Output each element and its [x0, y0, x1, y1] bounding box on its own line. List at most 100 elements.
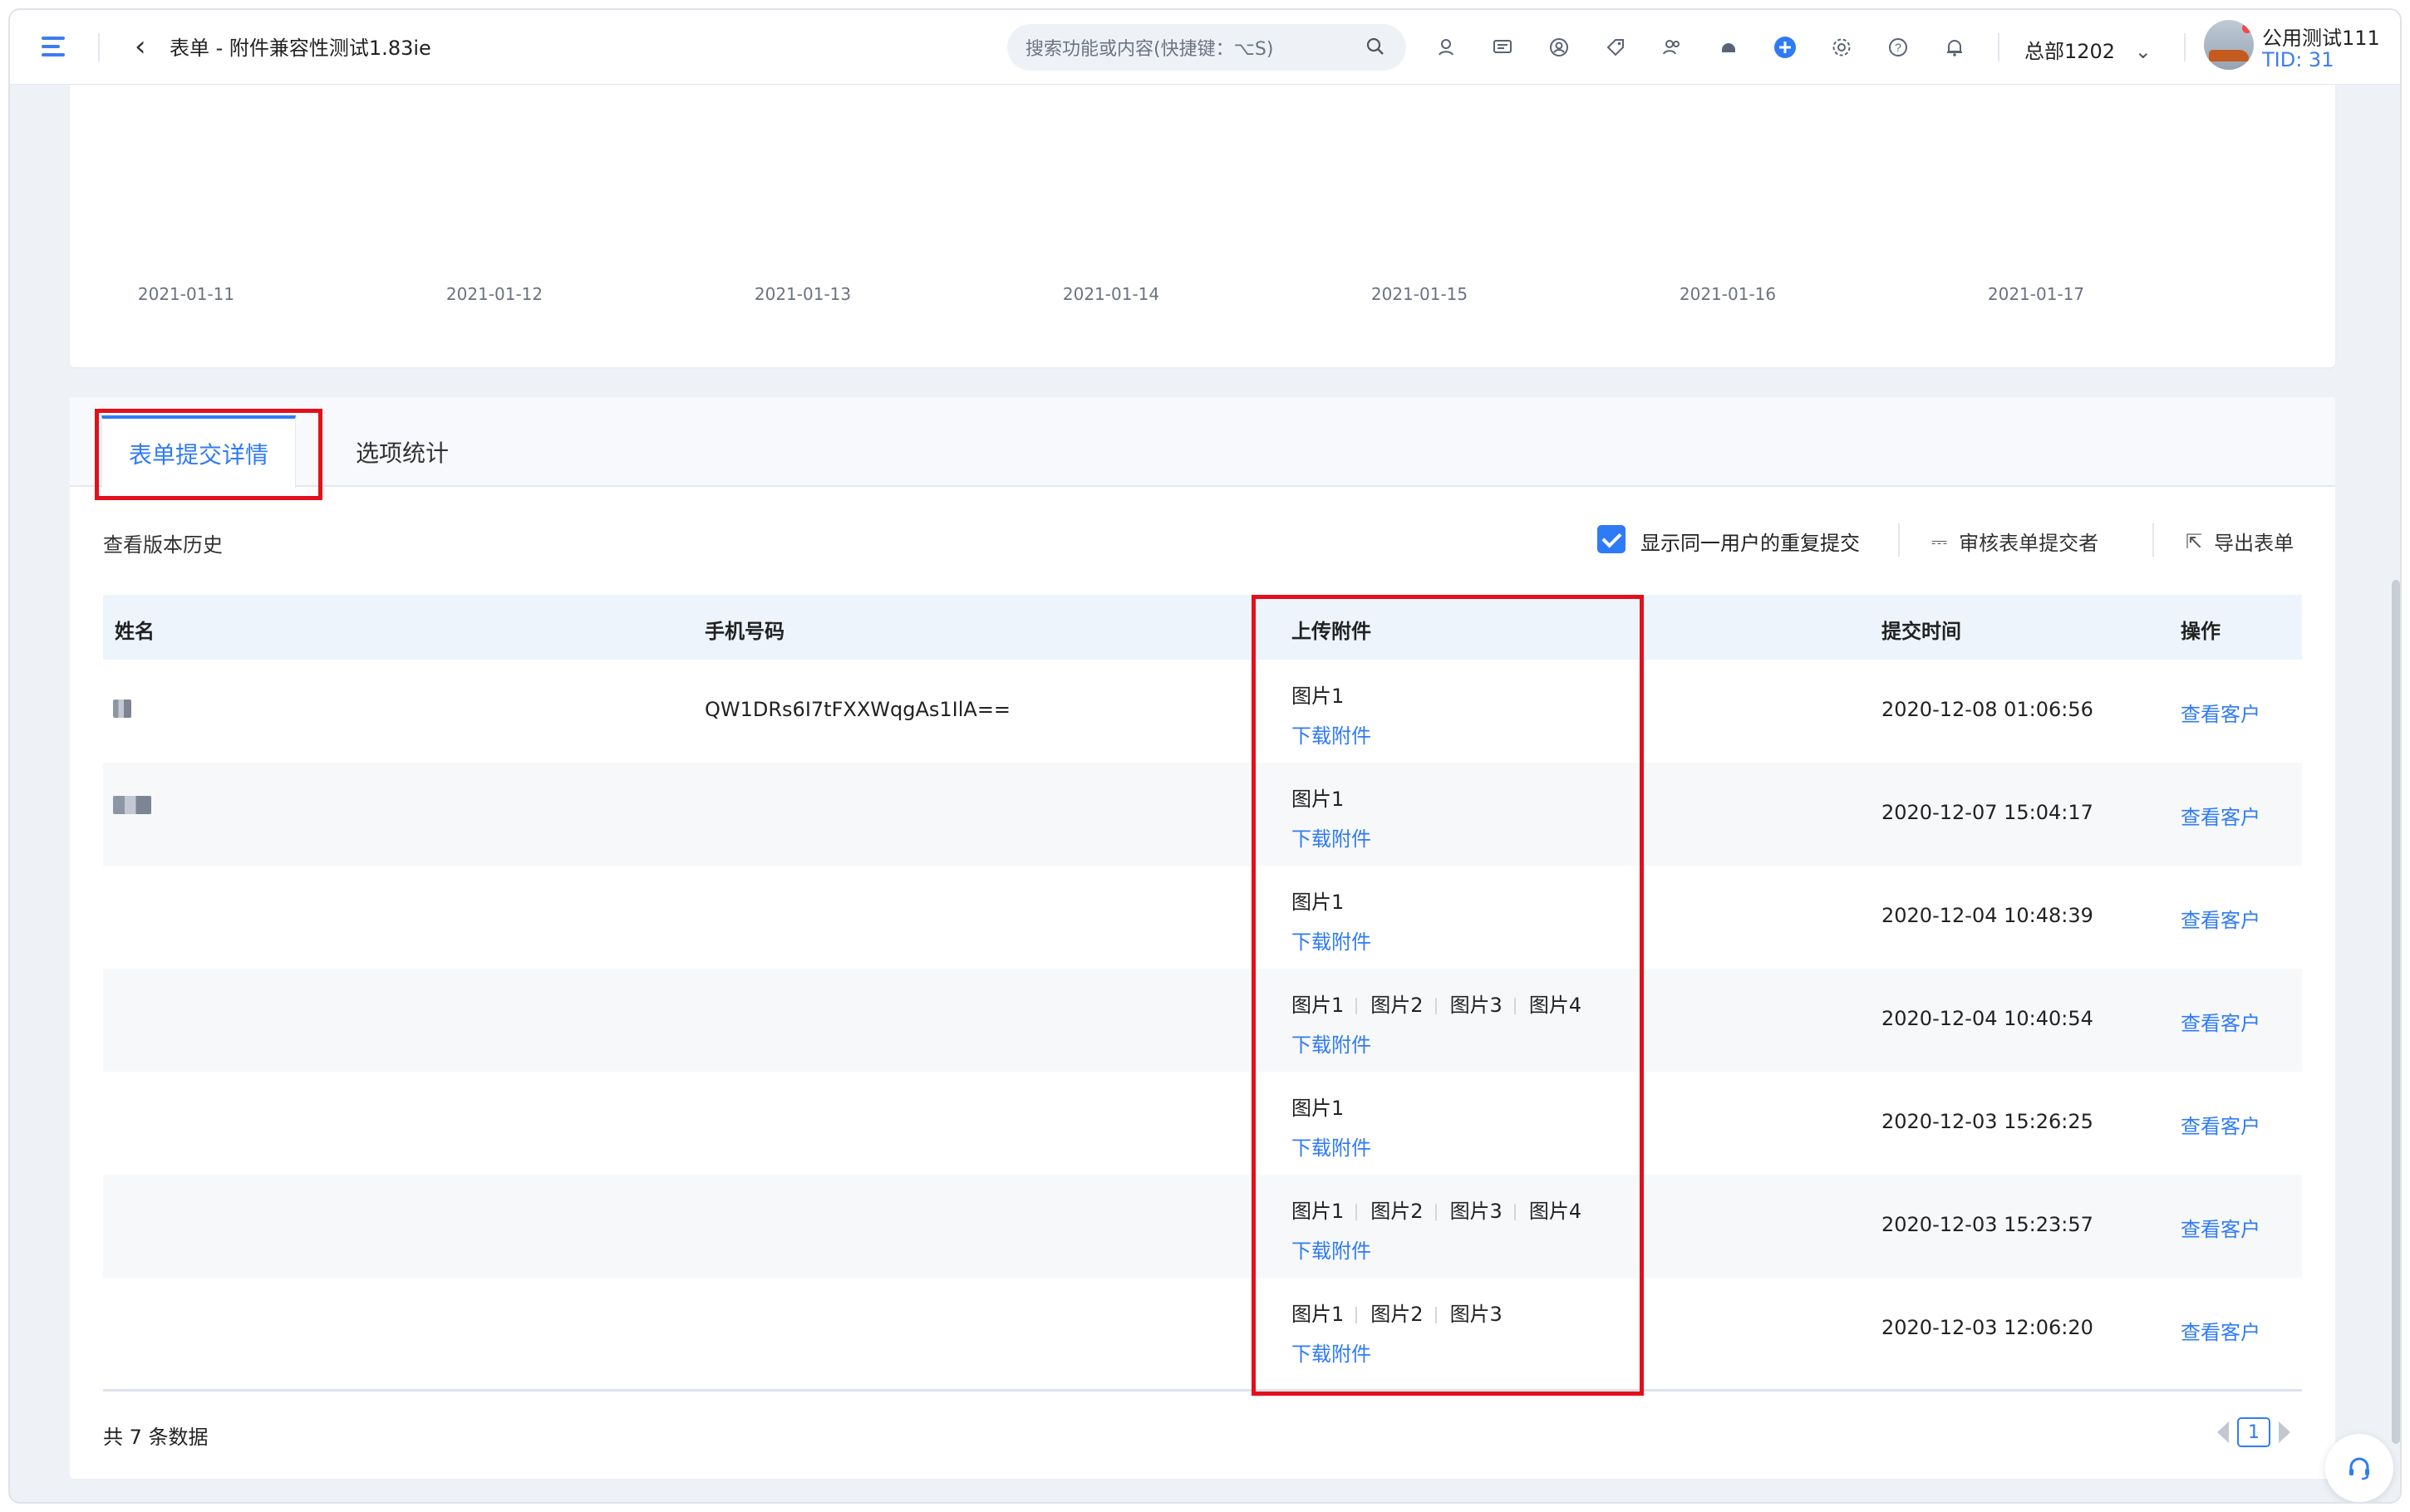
- attachment-name[interactable]: 图片1: [1291, 1298, 1344, 1327]
- view-customer-link[interactable]: 查看客户: [2181, 1110, 2260, 1139]
- download-attachment-link[interactable]: 下载附件: [1291, 925, 1371, 955]
- message-icon[interactable]: [1488, 32, 1517, 62]
- tab-option-stats[interactable]: 选项统计: [319, 415, 485, 488]
- review-submitters-button[interactable]: ⎓ 审核表单提交者: [1931, 527, 2098, 556]
- attachment-separator: [1355, 998, 1358, 1014]
- show-repeat-label: 显示同一用户的重复提交: [1640, 532, 1860, 555]
- download-attachment-link[interactable]: 下载附件: [1291, 1132, 1371, 1161]
- submit-time: 2020-12-03 15:26:25: [1881, 1110, 2093, 1133]
- attachment-name[interactable]: 图片3: [1450, 1195, 1503, 1224]
- scrollbar[interactable]: [2392, 580, 2400, 1444]
- page-number[interactable]: 1: [2237, 1417, 2270, 1447]
- version-history-link[interactable]: 查看版本历史: [103, 528, 223, 557]
- view-customer-link[interactable]: 查看客户: [2181, 1007, 2260, 1036]
- search-icon[interactable]: [1365, 36, 1386, 57]
- submission-table: 姓名 手机号码 上传附件 提交时间 操作 QW1DRs6I7tFXXWqgAs1…: [103, 595, 2302, 1381]
- users-icon[interactable]: [1657, 32, 1687, 62]
- table-row: 图片1 下载附件 2020-12-07 15:04:17 查看客户: [103, 763, 2302, 866]
- stamp-icon: ⎓: [1931, 529, 1948, 553]
- support-button[interactable]: [2325, 1434, 2393, 1502]
- attachment-name[interactable]: 图片1: [1291, 989, 1344, 1018]
- attachment-list: 图片1 图片2 图片3: [1291, 1298, 1514, 1327]
- show-repeat-checkbox[interactable]: [1597, 525, 1626, 553]
- attachment-separator: [1355, 1204, 1358, 1220]
- chart-x-tick: 2021-01-13: [754, 284, 852, 304]
- prev-page-icon[interactable]: [2217, 1421, 2229, 1443]
- attachment-name[interactable]: 图片2: [1370, 1298, 1423, 1327]
- table-row: 图片1 下载附件 2020-12-04 10:48:39 查看客户: [103, 866, 2302, 969]
- attachment-name[interactable]: 图片4: [1529, 1195, 1581, 1224]
- submit-time: 2020-12-08 01:06:56: [1881, 698, 2093, 721]
- add-icon[interactable]: [1770, 32, 1800, 62]
- attachment-name[interactable]: 图片1: [1291, 886, 1344, 915]
- attachment-list: 图片1 图片2 图片3 图片4: [1291, 989, 1593, 1018]
- help-icon[interactable]: ?: [1883, 32, 1913, 62]
- download-attachment-link[interactable]: 下载附件: [1291, 1028, 1371, 1058]
- column-header-submit-time: 提交时间: [1881, 620, 1961, 643]
- top-bar: ‹ 表单 - 附件兼容性测试1.83ie 搜索功能或内容(快捷键：⌥S) ? 总…: [10, 10, 2400, 85]
- phone-cell: QW1DRs6I7tFXXWqgAs1IlA==: [705, 698, 1011, 721]
- attachment-name[interactable]: 图片4: [1529, 989, 1581, 1018]
- download-attachment-link[interactable]: 下载附件: [1291, 822, 1371, 852]
- chart-panel: 2021-01-11 2021-01-12 2021-01-13 2021-01-14…: [70, 85, 2335, 367]
- settings-icon[interactable]: [1827, 32, 1857, 62]
- table-row: 图片1 图片2 图片3 图片4 下载附件 2020-12-04 10:40:54 查看客户: [103, 969, 2302, 1072]
- attachment-separator: [1434, 998, 1437, 1014]
- total-count: 共 7 条数据: [103, 1426, 209, 1449]
- attachment-name[interactable]: 图片3: [1450, 1298, 1503, 1327]
- view-customer-link[interactable]: 查看客户: [2181, 1316, 2260, 1345]
- app-window: ‹ 表单 - 附件兼容性测试1.83ie 搜索功能或内容(快捷键：⌥S) ? 总…: [8, 8, 2402, 1504]
- menu-icon[interactable]: [42, 35, 71, 60]
- page-title: 表单 - 附件兼容性测试1.83ie: [170, 37, 431, 60]
- bell-icon[interactable]: [1940, 32, 1970, 62]
- attachment-name[interactable]: 图片1: [1291, 1195, 1344, 1224]
- attachment-name[interactable]: 图片3: [1450, 989, 1503, 1018]
- view-customer-link[interactable]: 查看客户: [2181, 801, 2260, 830]
- back-icon[interactable]: ‹: [135, 30, 146, 63]
- attachment-list: 图片1: [1291, 783, 1355, 812]
- download-attachment-link[interactable]: 下载附件: [1291, 1235, 1371, 1264]
- service-icon[interactable]: [1714, 32, 1744, 62]
- table-header: 姓名 手机号码 上传附件 提交时间 操作: [103, 595, 2302, 660]
- headset-icon: [2349, 1457, 2369, 1480]
- attachment-separator: [1355, 1307, 1358, 1323]
- chevron-down-icon: ⌄: [2134, 40, 2152, 63]
- attachment-name[interactable]: 图片2: [1370, 989, 1423, 1018]
- search-input[interactable]: 搜索功能或内容(快捷键：⌥S): [1007, 24, 1406, 71]
- profile-icon[interactable]: [1544, 32, 1574, 62]
- table-row: 图片1 下载附件 2020-12-03 15:26:25 查看客户: [103, 1072, 2302, 1175]
- attachment-separator: [1434, 1204, 1437, 1220]
- next-page-icon[interactable]: [2279, 1421, 2290, 1443]
- chart-x-tick: 2021-01-17: [1987, 284, 2085, 304]
- ai-assistant-icon[interactable]: [1431, 32, 1461, 62]
- redacted-name: [113, 796, 151, 814]
- download-attachment-link[interactable]: 下载附件: [1291, 719, 1371, 749]
- export-icon: ⇱: [2186, 529, 2203, 553]
- view-customer-link[interactable]: 查看客户: [2181, 904, 2260, 933]
- export-form-button[interactable]: ⇱ 导出表单: [2186, 527, 2294, 556]
- attachment-name[interactable]: 图片1: [1291, 680, 1344, 709]
- notification-dot: [2242, 23, 2252, 33]
- column-header-attachments: 上传附件: [1291, 620, 1371, 643]
- attachment-separator: [1513, 1204, 1516, 1220]
- org-name: 总部1202: [2024, 40, 2116, 63]
- svg-text:?: ?: [1895, 41, 1901, 54]
- divider: [1998, 33, 1999, 61]
- tag-icon[interactable]: [1601, 32, 1630, 62]
- search-placeholder: 搜索功能或内容(快捷键：⌥S): [1025, 39, 1274, 60]
- view-customer-link[interactable]: 查看客户: [2181, 1213, 2260, 1242]
- attachment-name[interactable]: 图片2: [1370, 1195, 1423, 1224]
- table-row: 图片1 图片2 图片3 下载附件 2020-12-03 12:06:20 查看客户: [103, 1278, 2302, 1381]
- chart-x-tick: 2021-01-12: [445, 284, 543, 304]
- view-customer-link[interactable]: 查看客户: [2181, 698, 2260, 727]
- avatar[interactable]: [2204, 20, 2254, 70]
- table-row: 图片1 图片2 图片3 图片4 下载附件 2020-12-03 15:23:57 查看客户: [103, 1175, 2302, 1278]
- download-attachment-link[interactable]: 下载附件: [1291, 1338, 1371, 1367]
- tab-submission-details[interactable]: 表单提交详情: [101, 415, 296, 488]
- review-submitters-label: 审核表单提交者: [1959, 532, 2099, 555]
- org-selector[interactable]: 总部1202 ⌄: [2024, 35, 2152, 64]
- chart-plot: [70, 85, 2335, 367]
- attachment-list: 图片1: [1291, 886, 1355, 915]
- attachment-name[interactable]: 图片1: [1291, 783, 1344, 812]
- attachment-name[interactable]: 图片1: [1291, 1092, 1344, 1121]
